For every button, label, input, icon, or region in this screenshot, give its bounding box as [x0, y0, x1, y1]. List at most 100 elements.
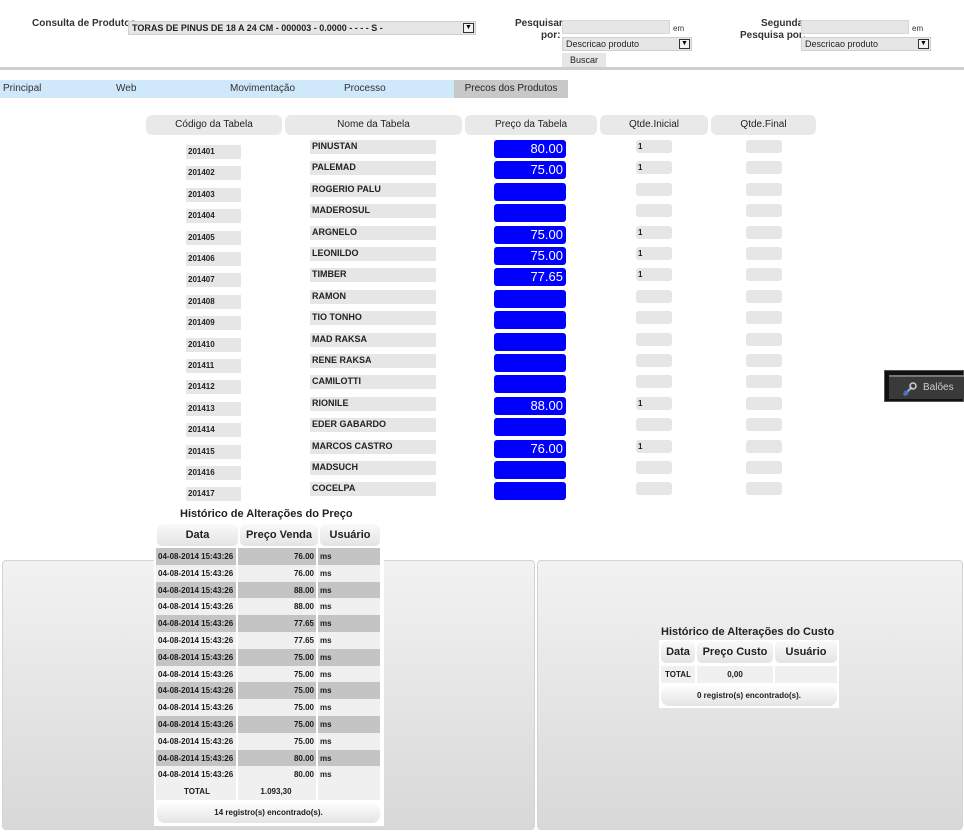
table-price-field[interactable]: 75.00 [494, 247, 566, 265]
table-name-field[interactable]: COCELPA [310, 482, 436, 496]
qtde-inicial-field[interactable]: 1 [636, 226, 672, 239]
qtde-inicial-field[interactable]: 1 [636, 440, 672, 453]
second-search-field-select[interactable]: Descricao produto ▼ [801, 37, 931, 51]
qtde-final-field[interactable] [746, 268, 782, 281]
table-price-field[interactable]: 80.00 [494, 140, 566, 158]
qtde-inicial-field[interactable] [636, 418, 672, 431]
qtde-final-field[interactable] [746, 161, 782, 174]
table-price-field[interactable] [494, 375, 566, 393]
table-code-field[interactable]: 201402 [186, 166, 241, 180]
table-name-field[interactable]: MAD RAKSA [310, 333, 436, 347]
table-name-field[interactable]: LEONILDO [310, 247, 436, 261]
qtde-inicial-field[interactable] [636, 375, 672, 388]
qtde-final-field[interactable] [746, 482, 782, 495]
table-name-field[interactable]: RAMON [310, 290, 436, 304]
table-price-field[interactable] [494, 482, 566, 500]
table-price-field[interactable] [494, 461, 566, 479]
qtde-inicial-field[interactable] [636, 461, 672, 474]
tab-principal[interactable]: Principal [3, 80, 41, 98]
table-code-field[interactable]: 201415 [186, 445, 241, 459]
table-price-field[interactable] [494, 311, 566, 329]
table-price-field[interactable] [494, 204, 566, 222]
chevron-down-icon[interactable]: ▼ [463, 23, 474, 33]
qtde-inicial-field[interactable]: 1 [636, 247, 672, 260]
table-name-field[interactable]: MADEROSUL [310, 204, 436, 218]
qtde-final-field[interactable] [746, 140, 782, 153]
qtde-final-field[interactable] [746, 354, 782, 367]
table-name-field[interactable]: MARCOS CASTRO [310, 440, 436, 454]
qtde-inicial-field[interactable] [636, 290, 672, 303]
chevron-down-icon[interactable]: ▼ [918, 39, 929, 49]
table-name-field[interactable]: ARGNELO [310, 226, 436, 240]
second-search-input[interactable] [801, 20, 909, 34]
qtde-final-field[interactable] [746, 290, 782, 303]
qtde-inicial-field[interactable]: 1 [636, 268, 672, 281]
qtde-final-field[interactable] [746, 183, 782, 196]
table-price-field[interactable]: 77.65 [494, 268, 566, 286]
table-code-field[interactable]: 201413 [186, 402, 241, 416]
table-price-field[interactable]: 76.00 [494, 440, 566, 458]
search-field-select[interactable]: Descricao produto ▼ [562, 37, 692, 51]
qtde-final-field[interactable] [746, 440, 782, 453]
chevron-down-icon[interactable]: ▼ [679, 39, 690, 49]
table-code-field[interactable]: 201411 [186, 359, 241, 373]
table-name-field[interactable]: CAMILOTTI [310, 375, 436, 389]
qtde-final-field[interactable] [746, 418, 782, 431]
tab-precos-produtos[interactable]: Precos dos Produtos [454, 80, 568, 98]
table-price-field[interactable] [494, 418, 566, 436]
qtde-inicial-field[interactable] [636, 311, 672, 324]
table-code-field[interactable]: 201412 [186, 380, 241, 394]
table-code-field[interactable]: 201416 [186, 466, 241, 480]
qtde-final-field[interactable] [746, 375, 782, 388]
qtde-inicial-field[interactable] [636, 333, 672, 346]
qtde-inicial-field[interactable] [636, 204, 672, 217]
buscar-button[interactable]: Buscar [562, 53, 606, 67]
table-price-field[interactable] [494, 333, 566, 351]
qtde-final-field[interactable] [746, 204, 782, 217]
table-code-field[interactable]: 201410 [186, 338, 241, 352]
table-price-field[interactable] [494, 183, 566, 201]
table-code-field[interactable]: 201414 [186, 423, 241, 437]
table-name-field[interactable]: EDER GABARDO [310, 418, 436, 432]
table-name-field[interactable]: RENE RAKSA [310, 354, 436, 368]
table-code-field[interactable]: 201417 [186, 487, 241, 501]
qtde-final-field[interactable] [746, 333, 782, 346]
table-code-field[interactable]: 201406 [186, 252, 241, 266]
qtde-inicial-field[interactable] [636, 354, 672, 367]
qtde-final-field[interactable] [746, 311, 782, 324]
table-code-field[interactable]: 201404 [186, 209, 241, 223]
table-price-field[interactable]: 75.00 [494, 161, 566, 179]
qtde-inicial-field[interactable] [636, 183, 672, 196]
table-code-field[interactable]: 201407 [186, 273, 241, 287]
table-name-field[interactable]: PALEMAD [310, 161, 436, 175]
table-price-field[interactable] [494, 354, 566, 372]
table-code-field[interactable]: 201408 [186, 295, 241, 309]
qtde-inicial-field[interactable]: 1 [636, 140, 672, 153]
table-name-field[interactable]: RIONILE [310, 397, 436, 411]
table-price-field[interactable]: 75.00 [494, 226, 566, 244]
table-name-field[interactable]: MADSUCH [310, 461, 436, 475]
qtde-final-field[interactable] [746, 397, 782, 410]
tab-movimentacao[interactable]: Movimentação [230, 80, 295, 98]
balloons-widget[interactable]: Balões [884, 370, 964, 402]
table-name-field[interactable]: TIO TONHO [310, 311, 436, 325]
qtde-final-field[interactable] [746, 247, 782, 260]
qtde-inicial-field[interactable] [636, 482, 672, 495]
table-name-field[interactable]: PINUSTAN [310, 140, 436, 154]
tab-processo[interactable]: Processo [344, 80, 386, 98]
tab-web[interactable]: Web [116, 80, 136, 98]
qtde-final-field[interactable] [746, 226, 782, 239]
table-price-field[interactable] [494, 290, 566, 308]
table-code-field[interactable]: 201401 [186, 145, 241, 159]
product-select[interactable]: TORAS DE PINUS DE 18 A 24 CM - 000003 - … [128, 21, 476, 35]
qtde-inicial-field[interactable]: 1 [636, 397, 672, 410]
table-code-field[interactable]: 201405 [186, 231, 241, 245]
table-name-field[interactable]: ROGERIO PALU [310, 183, 436, 197]
qtde-inicial-field[interactable]: 1 [636, 161, 672, 174]
table-price-field[interactable]: 88.00 [494, 397, 566, 415]
table-name-field[interactable]: TIMBER [310, 268, 436, 282]
table-code-field[interactable]: 201403 [186, 188, 241, 202]
table-code-field[interactable]: 201409 [186, 316, 241, 330]
search-input[interactable] [562, 20, 670, 34]
qtde-final-field[interactable] [746, 461, 782, 474]
